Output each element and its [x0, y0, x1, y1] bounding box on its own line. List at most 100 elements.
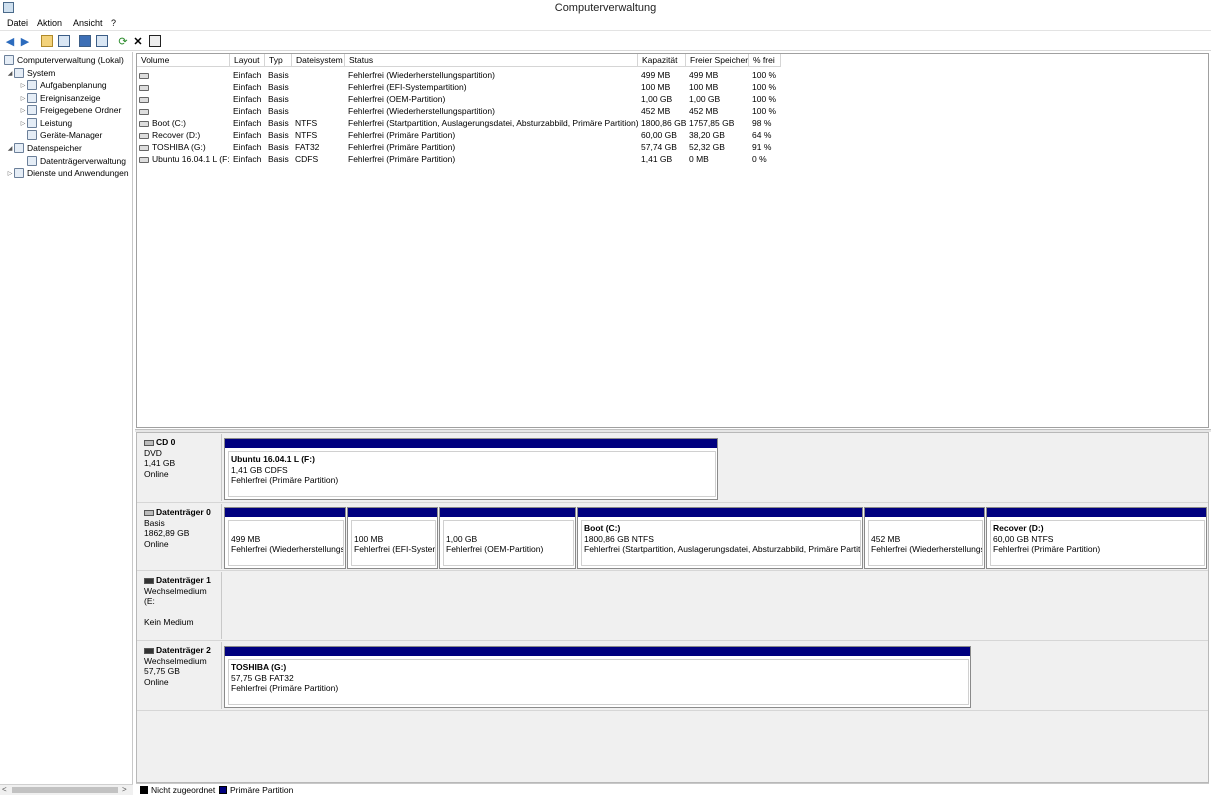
table-cell	[295, 69, 345, 81]
menu-aktion[interactable]: Aktion	[37, 18, 62, 28]
table-cell: Fehlerfrei (Primäre Partition)	[348, 154, 456, 164]
table-cell: Basis	[268, 154, 289, 164]
menu-help[interactable]: ?	[111, 18, 116, 28]
partition-boot-c[interactable]: Boot (C:) 1800,86 GB NTFS Fehlerfrei (St…	[577, 507, 863, 569]
table-cell: Fehlerfrei (Wiederherstellungspartition)	[348, 70, 495, 80]
disk-label-disk0[interactable]: Datenträger 0 Basis 1862,89 GB Online	[138, 504, 222, 569]
primary-partition-bar	[440, 508, 575, 517]
scroll-left-icon[interactable]: <	[2, 785, 7, 794]
column-header-volume[interactable]: Volume	[137, 54, 230, 67]
column-header-freier-speicher[interactable]: Freier Speicher	[686, 54, 749, 67]
tree-item-dienste-und-anwendungen[interactable]: ▷ Dienste und Anwendungen	[6, 167, 129, 179]
tree-item-freigegebene-ordner[interactable]: ▷ Freigegebene Ordner	[19, 104, 121, 116]
partition-recover-d[interactable]: Recover (D:) 60,00 GB NTFS Fehlerfrei (P…	[986, 507, 1207, 569]
volume-drive-icon	[139, 144, 149, 151]
menu-datei[interactable]: Datei	[7, 18, 28, 28]
disk-label-cd0[interactable]: CD 0 DVD 1,41 GB Online	[138, 434, 222, 501]
scrollbar-thumb[interactable]	[12, 787, 118, 793]
menu-ansicht[interactable]: Ansicht	[73, 18, 103, 28]
properties-icon[interactable]	[148, 34, 162, 48]
table-cell: Fehlerfrei (OEM-Partition)	[348, 94, 446, 104]
partition-efi-100mb[interactable]: 100 MB Fehlerfrei (EFI-System	[347, 507, 438, 569]
back-arrow-icon[interactable]: ◀	[3, 34, 17, 48]
column-header-status[interactable]: Status	[345, 54, 638, 67]
disk-label-disk1[interactable]: Datenträger 1 Wechselmedium (E: Kein Med…	[138, 572, 222, 639]
table-cell: Fehlerfrei (Wiederherstellungspartition)	[348, 106, 495, 116]
expander-icon[interactable]: ▷	[19, 95, 27, 102]
volume-drive-icon	[139, 108, 149, 115]
table-cell: Einfach	[233, 142, 262, 152]
menu-bar: Datei Aktion Ansicht ?	[0, 16, 1211, 31]
computer-icon	[4, 55, 14, 65]
partition-recovery-452mb[interactable]: 452 MB Fehlerfrei (Wiederherstellungs	[864, 507, 985, 569]
table-cell: TOSHIBA (G:)	[139, 141, 230, 153]
disk-label-disk2[interactable]: Datenträger 2 Wechselmedium 57,75 GB Onl…	[138, 642, 222, 709]
expander-icon[interactable]: ◢	[6, 70, 14, 77]
tree-item-system[interactable]: ◢ System	[6, 67, 55, 79]
table-cell: 1757,85 GB	[689, 118, 735, 128]
table-row[interactable]: Einfach Basis Fehlerfrei (Wiederherstellun…	[137, 105, 1208, 117]
performance-icon	[27, 118, 37, 128]
table-cell: Fehlerfrei (Primäre Partition)	[348, 142, 456, 152]
title-bar: Computerverwaltung	[0, 0, 1211, 16]
tree-item-ereignisanzeige[interactable]: ▷ Ereignisanzeige	[19, 92, 100, 104]
help-icon[interactable]	[78, 34, 92, 48]
table-row[interactable]: Einfach Basis Fehlerfrei (EFI-Systempartit…	[137, 81, 1208, 93]
table-cell: Fehlerfrei (EFI-Systempartition)	[348, 82, 467, 92]
tree-horizontal-scrollbar[interactable]: < >	[0, 784, 133, 795]
folder-up-icon[interactable]	[40, 34, 54, 48]
table-cell: 98 %	[752, 118, 772, 128]
tree-item-leistung[interactable]: ▷ Leistung	[19, 117, 72, 129]
table-cell: Basis	[268, 118, 289, 128]
disk-graphical-view: CD 0 DVD 1,41 GB Online Ubuntu 16.04.1 L…	[136, 432, 1209, 783]
column-header-kapazitaet[interactable]: Kapazität	[638, 54, 686, 67]
show-hide-action-pane-icon[interactable]	[95, 34, 109, 48]
table-cell: 1,00 GB	[641, 94, 673, 104]
forward-arrow-icon[interactable]: ▶	[18, 34, 32, 48]
table-cell: CDFS	[295, 154, 319, 164]
table-row[interactable]: Einfach Basis Fehlerfrei (Wiederherstellun…	[137, 69, 1208, 81]
tree-item-geraete-manager[interactable]: Geräte-Manager	[19, 129, 102, 141]
table-cell	[295, 105, 345, 117]
column-header-prozent-frei[interactable]: % frei	[749, 54, 781, 67]
partition-recovery-499mb[interactable]: 499 MB Fehlerfrei (Wiederherstellungsp	[224, 507, 346, 569]
table-row[interactable]: Boot (C:) Einfach Basis NTFS Fehlerfrei (Sta…	[137, 117, 1208, 129]
table-cell: 1800,86 GB	[641, 118, 686, 128]
disk-row-cd0: CD 0 DVD 1,41 GB Online Ubuntu 16.04.1 L…	[137, 433, 1208, 503]
table-row[interactable]: Einfach Basis Fehlerfrei (OEM-Partition) 1,…	[137, 93, 1208, 105]
partition-ubuntu-f[interactable]: Ubuntu 16.04.1 L (F:) 1,41 GB CDFS Fehle…	[224, 438, 718, 500]
table-cell: 100 %	[752, 82, 777, 92]
column-header-layout[interactable]: Layout	[230, 54, 265, 67]
delete-icon[interactable]: ✕	[131, 34, 145, 48]
column-header-dateisystem[interactable]: Dateisystem	[292, 54, 345, 67]
table-cell	[139, 69, 230, 81]
refresh-icon[interactable]: ⟳	[116, 34, 130, 48]
table-cell	[139, 105, 230, 117]
table-cell	[139, 81, 230, 93]
legend-label-unallocated: Nicht zugeordnet	[151, 785, 216, 795]
table-cell: Ubuntu 16.04.1 L (F:)	[139, 153, 230, 165]
legend-swatch-primary	[219, 786, 227, 794]
tree-item-aufgabenplanung[interactable]: ▷ Aufgabenplanung	[19, 79, 107, 91]
table-cell: Basis	[268, 94, 289, 104]
tree-item-datenspeicher[interactable]: ◢ Datenspeicher	[6, 142, 82, 154]
partition-oem-1gb[interactable]: 1,00 GB Fehlerfrei (OEM-Partition)	[439, 507, 576, 569]
tree-item-computerverwaltung[interactable]: Computerverwaltung (Lokal)	[4, 54, 124, 66]
show-hide-console-tree-icon[interactable]	[57, 34, 71, 48]
partition-toshiba-g[interactable]: TOSHIBA (G:) 57,75 GB FAT32 Fehlerfrei (…	[224, 646, 971, 708]
table-cell	[295, 93, 345, 105]
table-cell: 100 %	[752, 70, 777, 80]
table-row[interactable]: Recover (D:) Einfach Basis NTFS Fehlerfrei (…	[137, 129, 1208, 141]
expander-icon[interactable]: ▷	[19, 107, 27, 114]
expander-icon[interactable]: ◢	[6, 145, 14, 152]
scroll-right-icon[interactable]: >	[122, 785, 127, 794]
table-row[interactable]: Ubuntu 16.04.1 L (F:) Einfach Basis CDFS Feh…	[137, 153, 1208, 165]
tree-item-datentraegerverwaltung[interactable]: Datenträgerverwaltung	[19, 155, 126, 167]
table-cell: 499 MB	[641, 70, 671, 80]
expander-icon[interactable]: ▷	[19, 82, 27, 89]
expander-icon[interactable]: ▷	[19, 120, 27, 127]
column-header-typ[interactable]: Typ	[265, 54, 292, 67]
table-row[interactable]: TOSHIBA (G:) Einfach Basis FAT32 Fehlerfrei …	[137, 141, 1208, 153]
expander-icon[interactable]: ▷	[6, 170, 14, 177]
table-cell: 100 MB	[641, 82, 671, 92]
